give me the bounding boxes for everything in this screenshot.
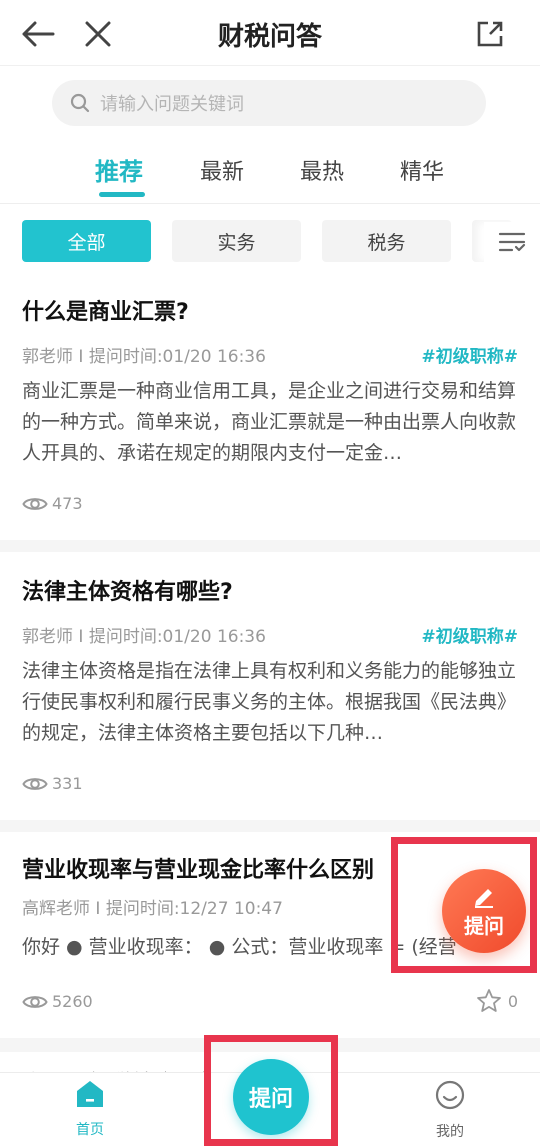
card-divider: [0, 540, 540, 552]
question-answer-preview: 法律主体资格是指在法律上具有权利和义务能力的能够独立行使民事权利和履行民事义务的…: [22, 660, 517, 744]
question-meta: 郭老师 I 提问时间:01/20 16:36: [22, 347, 266, 367]
top-bar: 财税问答: [0, 0, 540, 66]
chip-practice[interactable]: 实务: [172, 220, 301, 262]
tab-latest[interactable]: 最新: [200, 154, 244, 186]
star-icon: [476, 989, 501, 1012]
favorite-count[interactable]: 0: [476, 988, 518, 1014]
filter-menu-button[interactable]: [484, 222, 540, 262]
floating-ask-button[interactable]: 提问: [442, 869, 526, 953]
question-title: 什么是商业汇票?: [22, 300, 189, 325]
home-icon: [77, 1081, 103, 1107]
favorite-count-value: 0: [507, 991, 518, 1011]
chip-tax[interactable]: 税务: [322, 220, 451, 262]
question-answer-preview: 商业汇票是一种商业信用工具，是企业之间进行交易和结算的一种方式。简单来说，商业汇…: [22, 380, 517, 464]
center-ask-button[interactable]: 提问: [233, 1059, 309, 1135]
floating-ask-label: 提问: [464, 913, 504, 938]
category-chips: 全部 实务 税务: [0, 204, 540, 280]
nav-home[interactable]: 首页: [50, 1079, 130, 1139]
nav-mine-label: 我的: [436, 1124, 464, 1140]
search-input[interactable]: 请输入问题关键词: [52, 80, 486, 126]
chip-all[interactable]: 全部: [22, 220, 151, 262]
question-meta: 高辉老师 I 提问时间:12/27 10:47: [22, 899, 283, 919]
pencil-icon: [475, 888, 493, 908]
view-count-value: 5260: [52, 992, 93, 1011]
eye-icon: [22, 995, 48, 1008]
share-button[interactable]: [468, 12, 512, 56]
page: 财税问答 请输入问题关键词 推荐 最新 最热 精华 全部 实务 税务 什么是商业…: [0, 0, 540, 1146]
question-meta: 郭老师 I 提问时间:01/20 16:36: [22, 627, 266, 647]
question-card[interactable]: 什么是商业汇票? 郭老师 I 提问时间:01/20 16:36 #初级职称# 商…: [0, 280, 540, 540]
active-tab-indicator: [99, 192, 145, 197]
question-tag[interactable]: #初级职称#: [422, 622, 519, 647]
card-divider: [0, 820, 540, 832]
card-divider: [0, 1038, 540, 1052]
search-placeholder: 请输入问题关键词: [100, 94, 244, 115]
tab-hottest[interactable]: 最热: [300, 154, 344, 186]
question-title: 法律主体资格有哪些?: [22, 580, 233, 605]
eye-icon: [22, 777, 48, 790]
tab-recommend[interactable]: 推荐: [95, 152, 143, 187]
view-count: 5260: [22, 992, 93, 1011]
share-icon: [477, 21, 503, 47]
question-answer-preview: 你好 ● 营业收现率： ● 公式：营业收现率 = (经营: [22, 936, 457, 958]
question-tag[interactable]: #初级职称#: [422, 342, 519, 367]
page-title: 财税问答: [217, 22, 322, 52]
view-count-value: 331: [52, 774, 83, 793]
filter-list-icon: [498, 232, 526, 252]
tab-featured[interactable]: 精华: [400, 154, 444, 186]
smiley-face-icon: [435, 1080, 465, 1110]
view-count: 331: [22, 774, 83, 793]
main-tabs: 推荐 最新 最热 精华: [0, 140, 540, 204]
question-card[interactable]: 法律主体资格有哪些? 郭老师 I 提问时间:01/20 16:36 #初级职称#…: [0, 560, 540, 820]
question-title: 营业收现率与营业现金比率什么区别: [22, 858, 375, 883]
view-count: 473: [22, 494, 83, 513]
eye-icon: [22, 497, 48, 510]
nav-mine[interactable]: 我的: [410, 1079, 490, 1141]
view-count-value: 473: [52, 494, 83, 513]
nav-home-label: 首页: [76, 1122, 104, 1138]
search-icon: [70, 93, 90, 113]
